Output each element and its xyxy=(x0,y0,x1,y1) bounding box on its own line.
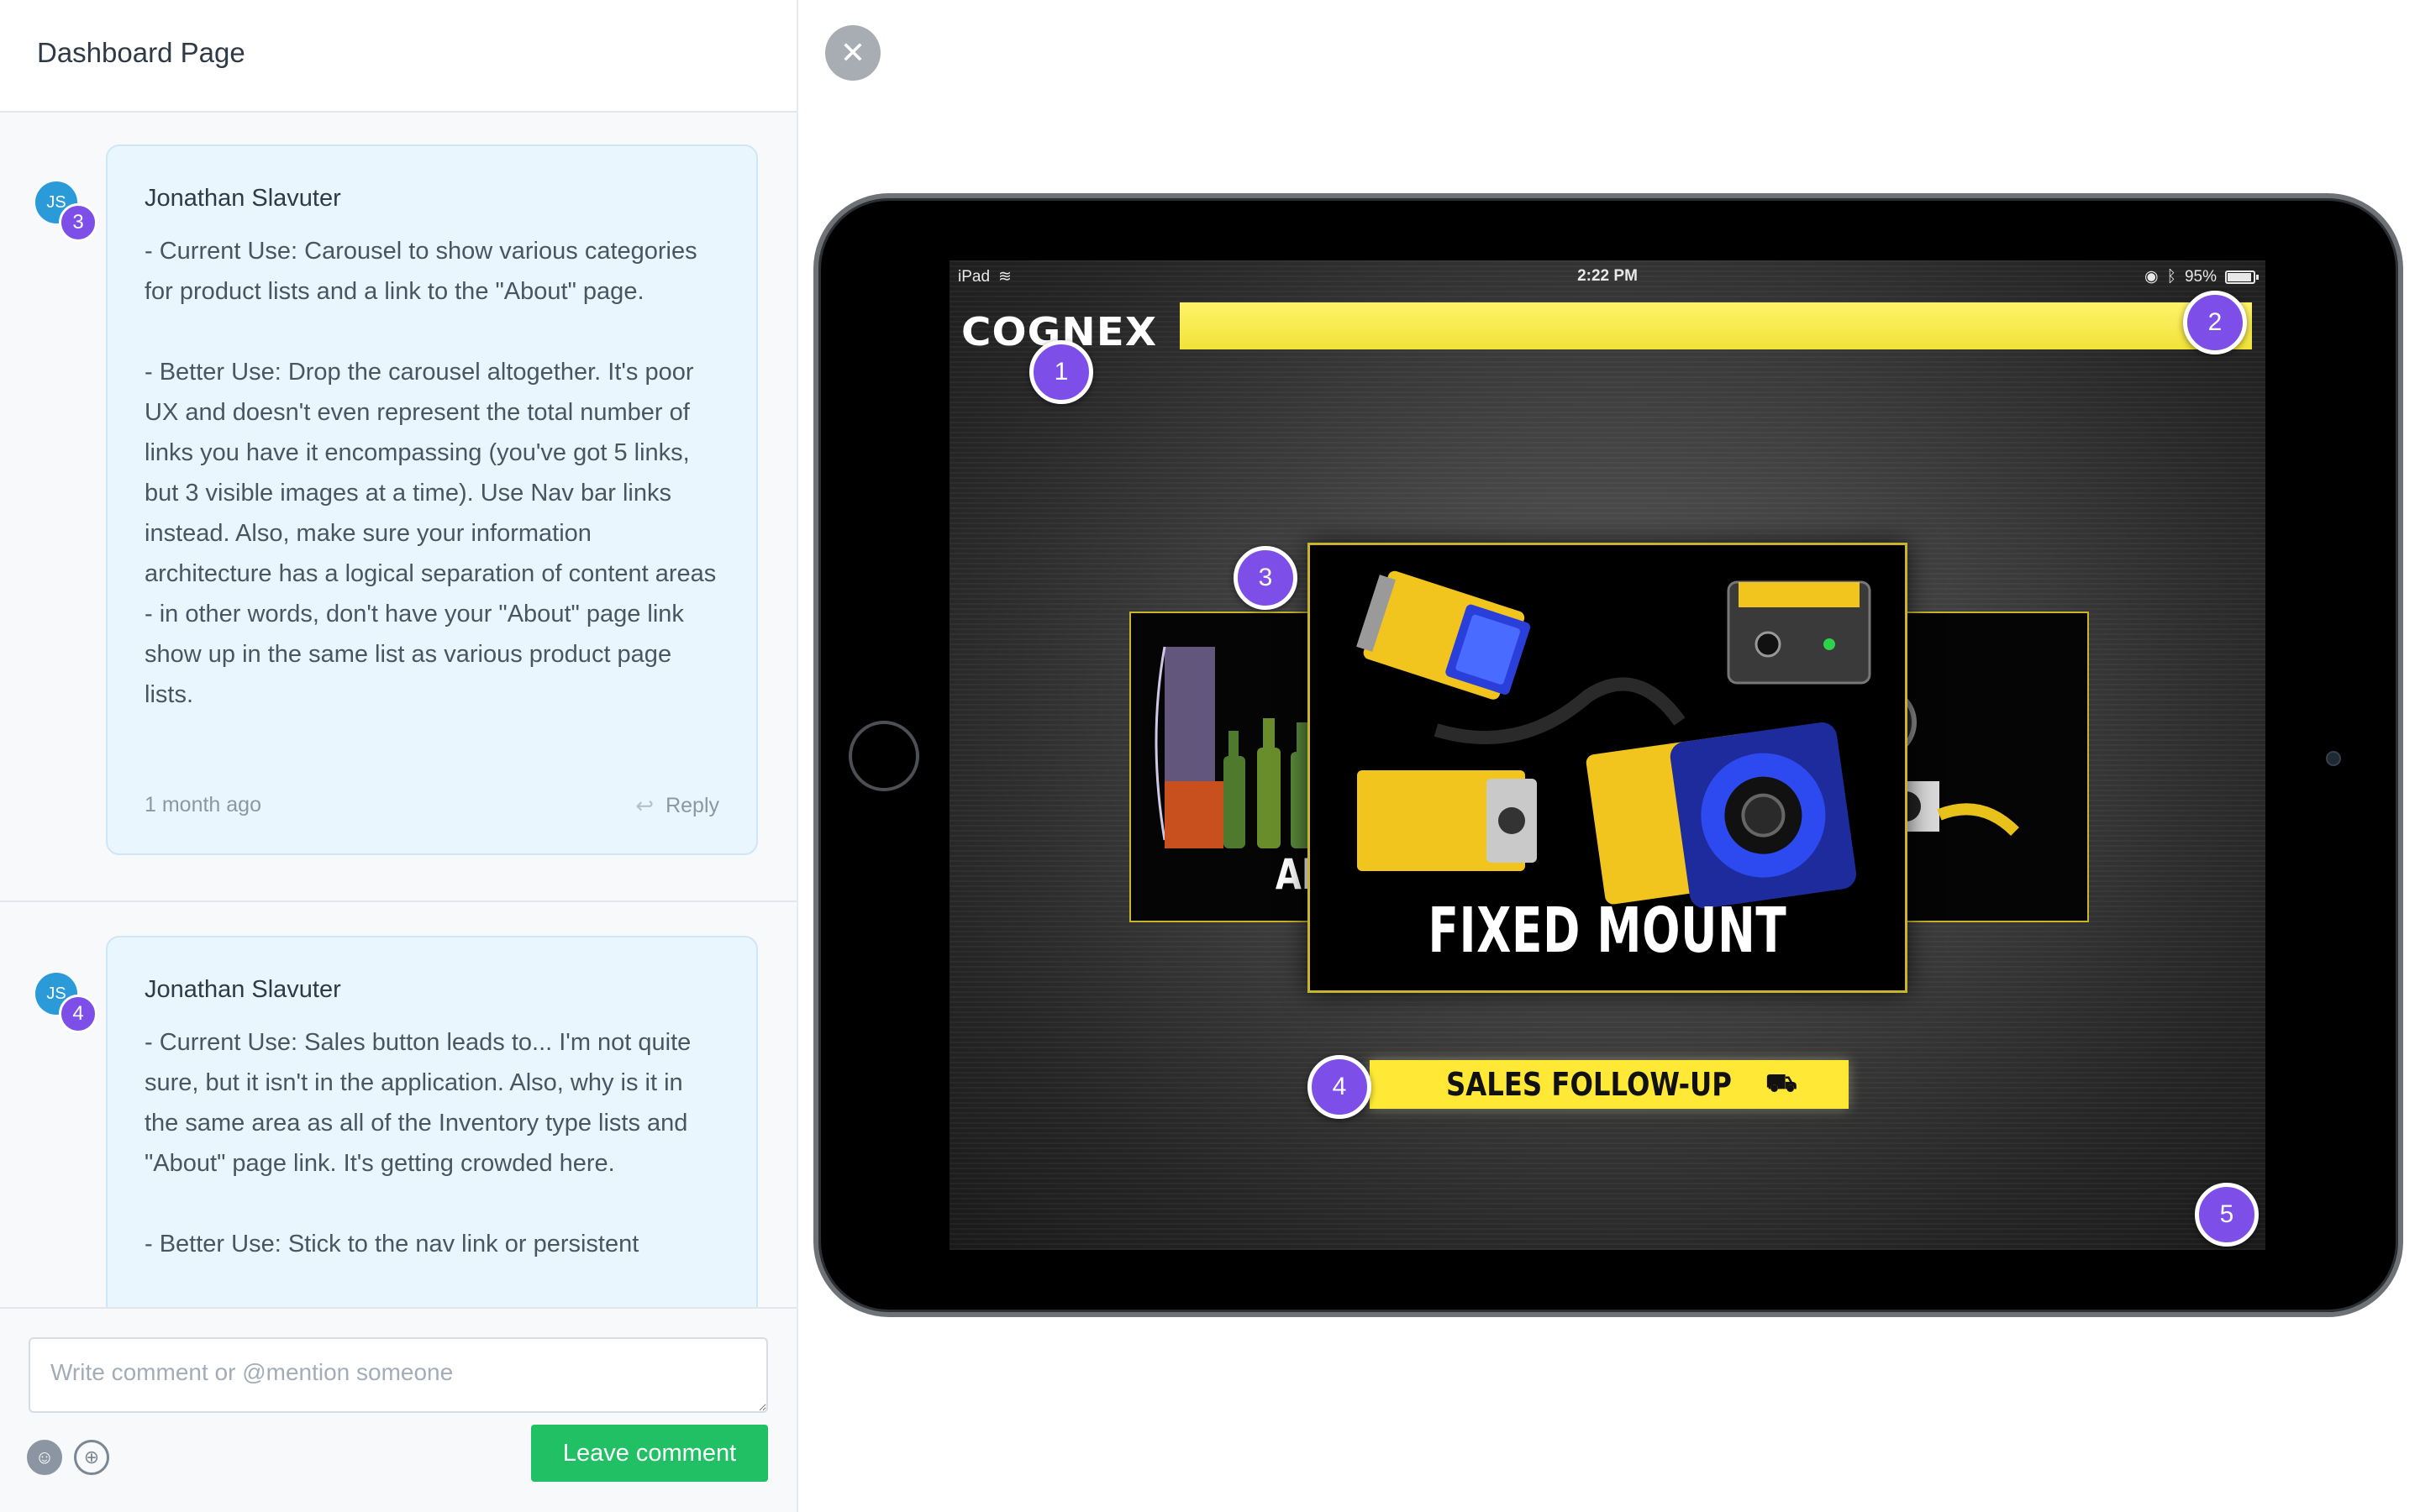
sales-follow-up-button: SALES FOLLOW-UP ⛟ xyxy=(1370,1060,1849,1109)
comment-composer: ☺ ⊕ Leave comment xyxy=(0,1307,797,1512)
emoji-icon[interactable]: ☺ xyxy=(27,1440,62,1475)
bluetooth-icon: ᛒ xyxy=(2166,267,2176,286)
leave-comment-button[interactable]: Leave comment xyxy=(531,1425,768,1482)
annotation-marker-5[interactable]: 5 xyxy=(2195,1183,2259,1247)
sales-follow-up-label: SALES FOLLOW-UP xyxy=(1446,1066,1733,1103)
camera-icon xyxy=(2326,751,2341,766)
close-button[interactable]: ✕ xyxy=(825,25,881,81)
comment-author: Jonathan Slavuter xyxy=(145,976,341,1003)
reply-button[interactable]: ↩ Reply xyxy=(635,793,719,819)
annotation-marker-3[interactable]: 3 xyxy=(1234,546,1297,610)
app-screenshot: iPad ≋ 2:22 PM ◉ ᛒ 95% COGNEX ABO xyxy=(950,260,2265,1250)
comment-number-badge: 4 xyxy=(59,995,97,1033)
close-icon: ✕ xyxy=(839,35,866,70)
carousel-card-label: FIXED MOUNT xyxy=(1428,895,1787,967)
reply-icon: ↩ xyxy=(635,793,655,818)
comment-card: Jonathan Slavuter - Current Use: Sales b… xyxy=(106,936,758,1307)
comment-body: - Current Use: Sales button leads to... … xyxy=(145,1029,692,1257)
battery-percent: 95% xyxy=(2184,267,2217,286)
target-icon[interactable]: ⊕ xyxy=(74,1440,109,1475)
annotation-marker-1[interactable]: 1 xyxy=(1029,340,1093,404)
comment-item: JS 3 Jonathan Slavuter - Current Use: Ca… xyxy=(0,113,797,902)
comment-thread[interactable]: JS 3 Jonathan Slavuter - Current Use: Ca… xyxy=(0,113,797,1307)
comment-body: - Current Use: Carousel to show various … xyxy=(145,238,717,708)
home-button-icon xyxy=(849,721,919,791)
annotation-marker-2[interactable]: 2 xyxy=(2183,291,2247,354)
reply-label: Reply xyxy=(666,794,719,817)
status-right: ◉ ᛒ 95% xyxy=(2144,267,2259,286)
yellow-header-bar xyxy=(1180,302,2252,349)
panel-header: Dashboard Page xyxy=(0,0,797,113)
comment-item: JS 4 Jonathan Slavuter - Current Use: Sa… xyxy=(0,904,797,1307)
comment-input[interactable] xyxy=(29,1337,768,1413)
annotation-marker-4[interactable]: 4 xyxy=(1307,1055,1371,1119)
carousel-card-fixed-mount: FIXED MOUNT xyxy=(1307,543,1907,993)
comment-timestamp: 1 month ago xyxy=(145,793,261,816)
comment-number-badge: 3 xyxy=(59,203,97,242)
comment-card: Jonathan Slavuter - Current Use: Carouse… xyxy=(106,144,758,855)
comment-author: Jonathan Slavuter xyxy=(145,185,341,212)
truck-icon: ⛟ xyxy=(1765,1068,1797,1098)
page-title: Dashboard Page xyxy=(37,37,245,68)
carousel-card-about: ABO xyxy=(1129,612,1331,922)
comment-panel: Dashboard Page JS 3 Jonathan Slavuter - … xyxy=(0,0,798,1512)
status-bar: iPad ≋ 2:22 PM ◉ ᛒ 95% xyxy=(950,260,2265,291)
battery-icon xyxy=(2225,270,2259,284)
status-time: 2:22 PM xyxy=(1577,267,1638,285)
lock-rotation-icon: ◉ xyxy=(2144,268,2159,286)
comment-footer: 1 month ago ↩ Reply xyxy=(145,788,719,822)
